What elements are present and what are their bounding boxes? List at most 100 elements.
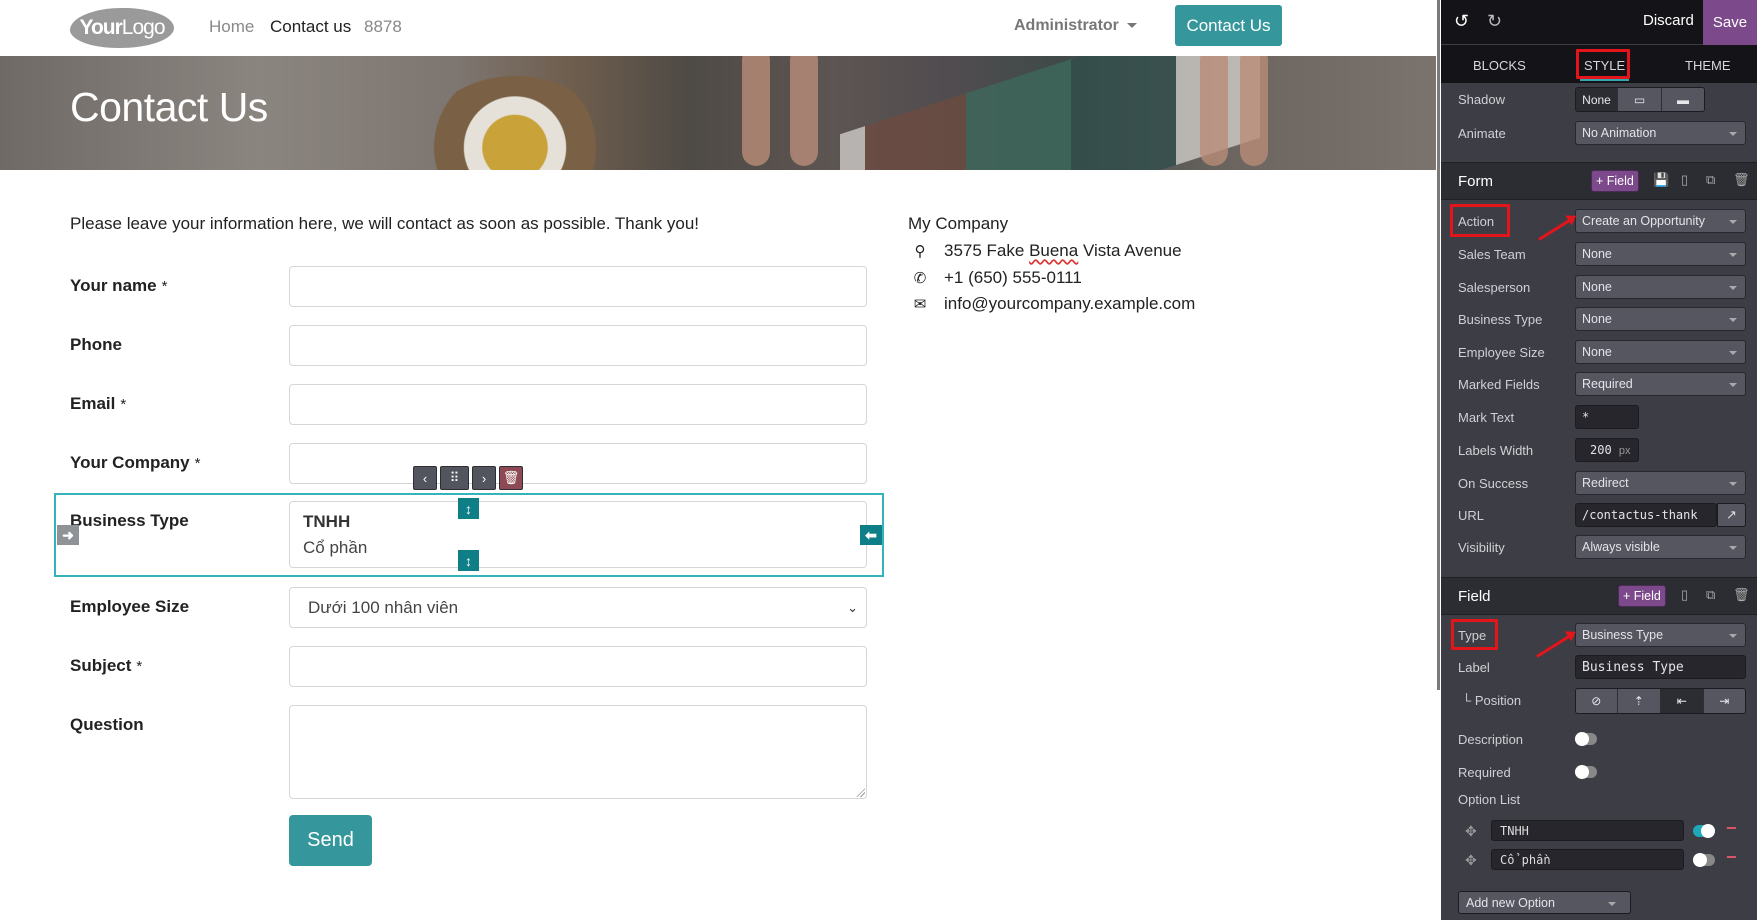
required-toggle[interactable] <box>1575 765 1597 779</box>
clone-icon[interactable]: ⧉ <box>1706 587 1715 603</box>
business-type-select[interactable]: None <box>1575 307 1746 331</box>
marked-fields-row: Marked Fields Required <box>1441 372 1757 398</box>
sales-team-label: Sales Team <box>1458 247 1526 262</box>
your-name-input[interactable] <box>289 266 867 307</box>
labels-width-input[interactable]: 200 px <box>1575 438 1639 462</box>
position-row: └ Position ⊘ ⇡ ⇤ ⇥ <box>1441 688 1757 714</box>
position-left-option[interactable]: ⇤ <box>1661 689 1704 713</box>
url-label: URL <box>1458 508 1485 523</box>
employee-size-select[interactable]: Dưới 100 nhân viên ⌄ <box>289 587 867 628</box>
position-hidden-option[interactable]: ⊘ <box>1576 689 1618 713</box>
business-type-option[interactable]: TNHH <box>303 512 350 532</box>
company-name: My Company <box>908 214 1009 233</box>
remove-option-icon[interactable]: − <box>1726 847 1737 868</box>
business-type-label: Business Type <box>1458 312 1543 327</box>
position-label: └ Position <box>1462 693 1522 708</box>
mark-text-input[interactable]: * <box>1575 405 1639 429</box>
grip-dots-icon: ⠿ <box>449 470 460 485</box>
send-button[interactable]: Send <box>289 815 372 866</box>
nav-link-home[interactable]: Home <box>209 17 254 37</box>
sales-team-select[interactable]: None <box>1575 242 1746 266</box>
marked-fields-select[interactable]: Required <box>1575 372 1746 396</box>
option-input[interactable]: TNHH <box>1491 820 1684 841</box>
on-success-label: On Success <box>1458 476 1529 491</box>
clone-icon[interactable]: ⧉ <box>1706 172 1715 188</box>
save-icon[interactable]: 💾 <box>1653 172 1669 188</box>
open-url-button[interactable]: ↗ <box>1717 503 1746 527</box>
url-row: URL /contactus-thank ↗ <box>1441 503 1757 529</box>
undo-icon[interactable]: ↺ <box>1454 11 1469 32</box>
mobile-icon[interactable]: ▯ <box>1681 172 1688 188</box>
shadow-none-option[interactable]: None <box>1576 88 1618 111</box>
animate-select[interactable]: No Animation <box>1575 121 1746 145</box>
move-left-button[interactable]: ‹ <box>413 466 437 490</box>
option-input[interactable]: Cổ phần <box>1491 849 1684 870</box>
contact-us-button[interactable]: Contact Us <box>1175 5 1282 46</box>
field-label: Your name * <box>70 276 168 295</box>
employee-size-label: Employee Size <box>1458 345 1545 360</box>
annotation-highlight-box <box>1576 49 1630 79</box>
drag-handle-button[interactable]: ⠿ <box>440 466 469 490</box>
add-new-option-select[interactable]: Add new Option <box>1458 891 1631 914</box>
business-type-option[interactable]: Cổ phần <box>303 538 367 558</box>
tab-blocks[interactable]: BLOCKS <box>1473 58 1526 73</box>
option-default-toggle[interactable] <box>1693 853 1715 867</box>
shadow-row: Shadow None ▭ ▬ <box>1441 87 1757 113</box>
user-menu-label: Administrator <box>1014 17 1119 34</box>
nav-link-contact-us[interactable]: Contact us <box>270 17 351 37</box>
type-select[interactable]: Business Type <box>1575 623 1746 647</box>
user-menu[interactable]: Administrator <box>1014 17 1137 35</box>
resize-left-handle[interactable]: ➜ <box>57 525 79 545</box>
option-default-toggle[interactable] <box>1693 824 1715 838</box>
label-input[interactable]: Business Type <box>1575 655 1746 679</box>
remove-option-icon[interactable]: − <box>1726 818 1737 839</box>
redo-icon[interactable]: ↻ <box>1487 11 1502 32</box>
business-type-options[interactable]: TNHH Cổ phần <box>289 501 867 568</box>
mobile-icon[interactable]: ▯ <box>1681 587 1688 603</box>
position-right-option[interactable]: ⇥ <box>1703 689 1745 713</box>
discard-button[interactable]: Discard <box>1643 12 1694 29</box>
add-field-button[interactable]: + Field <box>1591 170 1639 192</box>
website-page: Your Logo Home Contact us 8878 Administra… <box>0 0 1436 920</box>
trash-icon[interactable]: 🗑 <box>1733 587 1750 603</box>
shadow-outset-option[interactable]: ▭ <box>1618 88 1662 111</box>
url-input[interactable]: /contactus-thank <box>1575 503 1717 527</box>
position-top-option[interactable]: ⇡ <box>1617 689 1661 713</box>
trash-icon[interactable]: 🗑 <box>1733 172 1750 188</box>
question-textarea[interactable] <box>289 705 867 799</box>
save-button[interactable]: Save <box>1703 0 1757 45</box>
salesperson-select[interactable]: None <box>1575 275 1746 299</box>
shadow-inset-option[interactable]: ▬ <box>1662 88 1704 111</box>
dropdown-caret-icon <box>1729 220 1737 224</box>
resize-top-handle[interactable]: ↕ <box>458 498 479 519</box>
action-select[interactable]: Create an Opportunity <box>1575 209 1746 233</box>
email-input[interactable] <box>289 384 867 425</box>
drag-handle-icon[interactable]: ✥ <box>1465 852 1477 869</box>
logo[interactable]: Your Logo <box>70 8 174 48</box>
map-marker-icon: ⚲ <box>914 243 926 260</box>
nav-link-8878[interactable]: 8878 <box>364 17 402 37</box>
salesperson-row: Salesperson None <box>1441 275 1757 301</box>
move-right-button[interactable]: › <box>472 466 496 490</box>
delete-block-button[interactable]: 🗑 <box>499 466 523 490</box>
phone-input[interactable] <box>289 325 867 366</box>
on-success-select[interactable]: Redirect <box>1575 471 1746 495</box>
vertical-resize-icon: ↕ <box>465 552 472 569</box>
subject-input[interactable] <box>289 646 867 687</box>
employee-size-row: Employee Size None <box>1441 340 1757 366</box>
page-scrollbar-thumb[interactable] <box>1437 0 1440 690</box>
dropdown-caret-icon <box>1729 286 1737 290</box>
description-toggle[interactable] <box>1575 732 1597 746</box>
drag-handle-icon[interactable]: ✥ <box>1465 823 1477 840</box>
field-label: Subject * <box>70 656 143 675</box>
resize-grip-icon[interactable] <box>856 788 865 797</box>
your-company-input[interactable] <box>289 443 867 484</box>
employee-size-select[interactable]: None <box>1575 340 1746 364</box>
add-field-button[interactable]: + Field <box>1618 585 1666 607</box>
resize-bottom-handle[interactable]: ↕ <box>458 550 479 571</box>
vertical-resize-icon: ↕ <box>465 500 472 517</box>
tab-theme[interactable]: THEME <box>1685 58 1731 73</box>
chevron-right-icon: › <box>481 470 487 486</box>
visibility-select[interactable]: Always visible <box>1575 535 1746 559</box>
resize-right-handle[interactable]: ⬅ <box>860 525 882 545</box>
